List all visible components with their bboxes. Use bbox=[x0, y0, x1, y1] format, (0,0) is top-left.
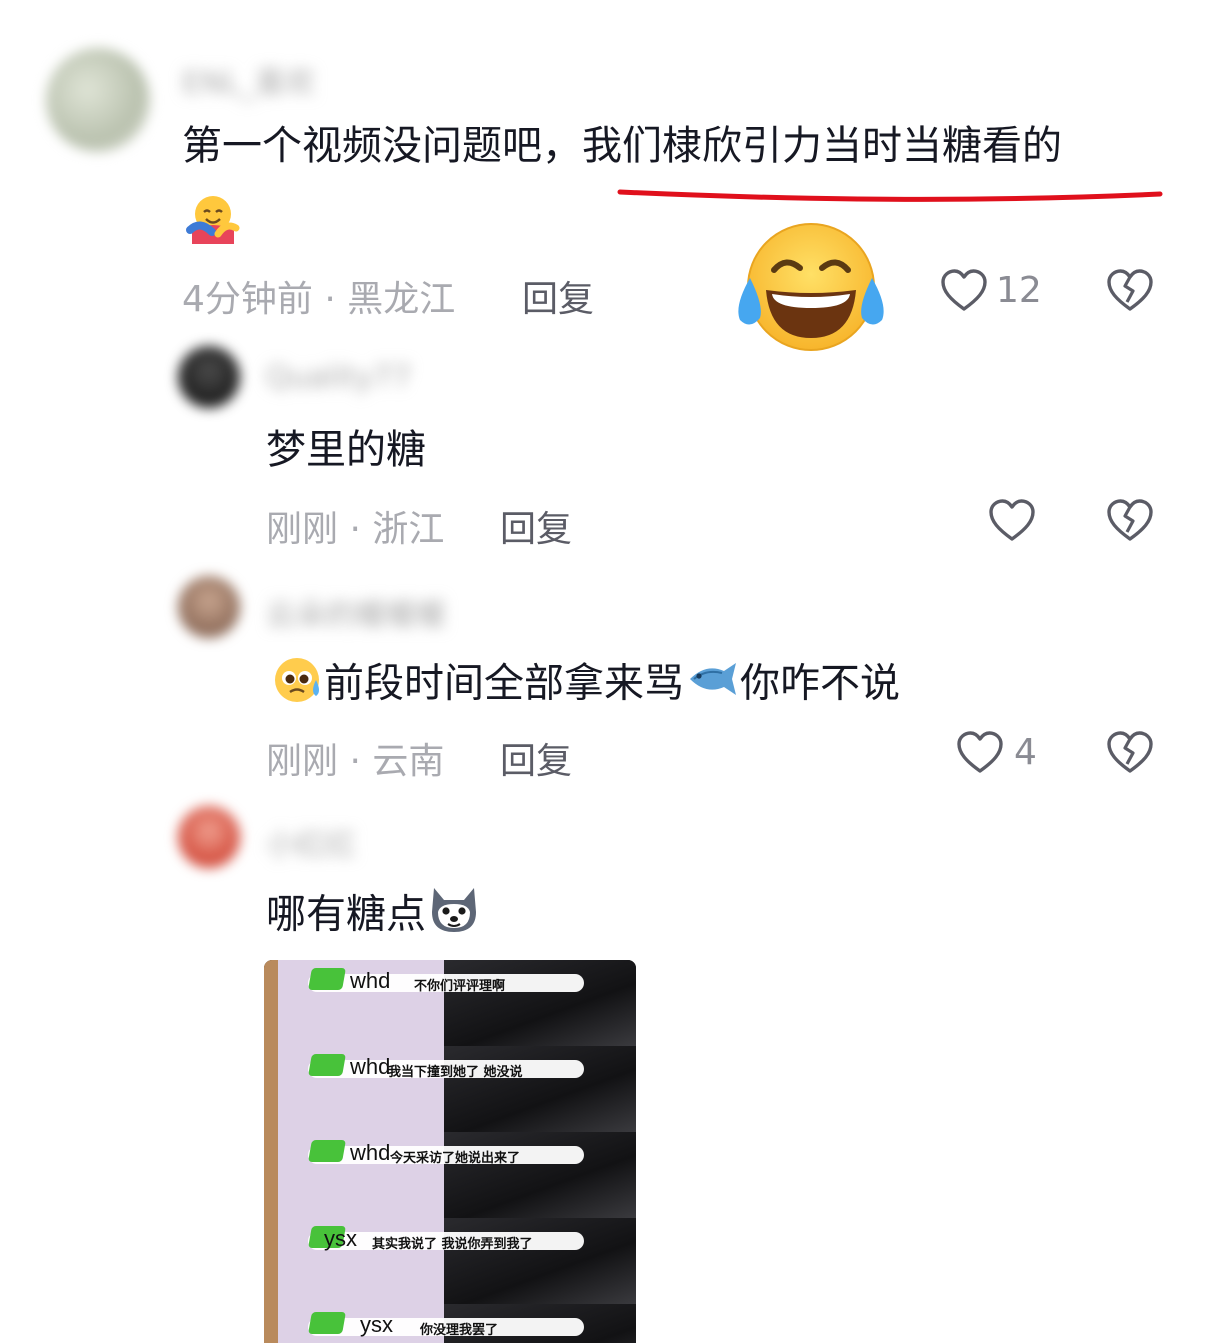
comment-text: 前段时间全部拿来骂 你咋不说 bbox=[270, 654, 900, 717]
comment-text: 梦里的糖 bbox=[266, 427, 426, 473]
frame-caption: 我当下撞到她了 她没说 bbox=[388, 1065, 523, 1080]
username[interactable]: Qu​al​ity77 bbox=[266, 360, 411, 395]
image-frame: ysx 你没理我罢了 bbox=[264, 1304, 636, 1343]
username[interactable]: 云朵的暖暖暖 bbox=[266, 590, 446, 634]
comment-meta: 刚刚 · 浙江 bbox=[266, 500, 444, 552]
heart-outline-icon[interactable] bbox=[988, 498, 1036, 542]
comment-text: 哪有糖点 bbox=[266, 884, 482, 949]
meta-separator: · bbox=[312, 279, 348, 320]
comment-meta: 4分钟前 · 黑龙江 bbox=[182, 270, 455, 322]
comment-time: 刚刚 bbox=[266, 509, 339, 550]
avatar[interactable] bbox=[178, 806, 240, 868]
heart-outline-icon[interactable] bbox=[940, 268, 988, 312]
comment-text-highlight: 我们棣欣引力当时当糖看的 bbox=[582, 123, 1062, 169]
avatar[interactable] bbox=[46, 48, 150, 152]
meta-separator: · bbox=[338, 509, 373, 550]
image-frame: whd 今天采访了她说出来了 bbox=[264, 1132, 636, 1218]
meta-separator: · bbox=[338, 741, 373, 782]
hug-emoji-icon bbox=[186, 192, 240, 244]
comment-location: 云南 bbox=[372, 741, 445, 782]
comment-meta: 刚刚 · 云南 bbox=[266, 732, 444, 784]
fish-emoji-icon bbox=[684, 657, 740, 714]
husky-emoji-icon bbox=[426, 884, 482, 949]
reply-button[interactable]: 回复 bbox=[500, 732, 572, 784]
frame-speaker: whd bbox=[350, 1140, 391, 1165]
like-count: 12 bbox=[996, 270, 1042, 311]
frame-speaker: whd bbox=[350, 968, 391, 993]
frame-speaker: ysx bbox=[360, 1312, 393, 1337]
avatar[interactable] bbox=[178, 576, 240, 638]
image-frame: ysx 其实我说了 我说你弄到我了 bbox=[264, 1218, 636, 1304]
red-underline bbox=[617, 189, 1163, 202]
avatar[interactable] bbox=[178, 346, 240, 408]
username[interactable]: 小红红 bbox=[266, 820, 356, 864]
frame-speaker: whd bbox=[350, 1054, 391, 1079]
username[interactable]: ENL_喜欢 bbox=[182, 58, 315, 102]
reply-button[interactable]: 回复 bbox=[500, 500, 572, 552]
image-frame: whd 我当下撞到她了 她没说 bbox=[264, 1046, 636, 1132]
pleading-emoji-icon bbox=[270, 654, 324, 717]
comment-time: 刚刚 bbox=[266, 741, 339, 782]
comment-image[interactable]: whd 不你们评评理啊 whd 我当下撞到她了 她没说 whd 今天采访了她说出… bbox=[264, 960, 636, 1343]
image-frame: whd 不你们评评理啊 bbox=[264, 960, 636, 1046]
frame-caption: 不你们评评理啊 bbox=[414, 979, 506, 994]
tears-of-joy-emoji-icon bbox=[736, 220, 886, 354]
comment-time: 4分钟前 bbox=[182, 279, 313, 320]
comment-location: 黑龙江 bbox=[347, 279, 456, 320]
frame-caption: 今天采访了她说出来了 bbox=[390, 1151, 521, 1166]
comment-text-part: 前段时间全部拿来骂 bbox=[324, 660, 684, 707]
comment-location: 浙江 bbox=[372, 509, 445, 550]
heart-outline-icon[interactable] bbox=[956, 730, 1004, 774]
broken-heart-icon[interactable] bbox=[1106, 268, 1154, 312]
comment-text-part: 第一个视频没问题吧， bbox=[182, 123, 582, 169]
reply-button[interactable]: 回复 bbox=[522, 270, 594, 322]
broken-heart-icon[interactable] bbox=[1106, 498, 1154, 542]
frame-speaker: ysx bbox=[324, 1226, 357, 1251]
frame-caption: 其实我说了 我说你弄到我了 bbox=[372, 1237, 533, 1252]
comment-text-part: 你咋不说 bbox=[740, 660, 900, 707]
broken-heart-icon[interactable] bbox=[1106, 730, 1154, 774]
comment-text-part: 哪有糖点 bbox=[266, 891, 426, 938]
like-count: 4 bbox=[1014, 732, 1037, 773]
frame-caption: 你没理我罢了 bbox=[420, 1323, 499, 1338]
comment-text: 第一个视频没问题吧，我们棣欣引力当时当糖看的 bbox=[182, 120, 1062, 172]
